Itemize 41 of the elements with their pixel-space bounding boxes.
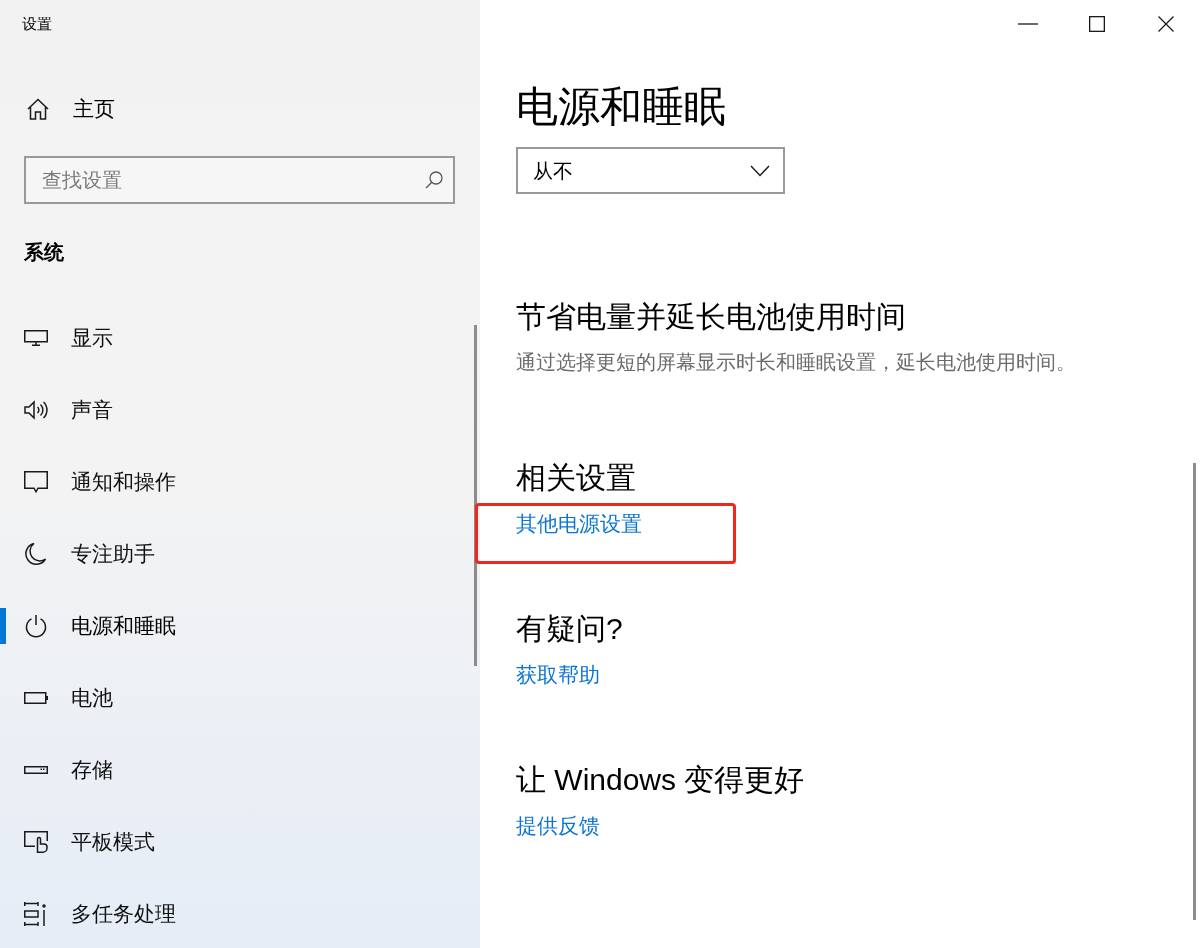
home-icon — [27, 98, 49, 120]
sidebar-item[interactable]: 通知和操作 — [0, 458, 468, 506]
page-title: 电源和睡眠 — [516, 82, 726, 132]
sidebar-item[interactable]: 电源和睡眠 — [0, 602, 468, 650]
battery-icon — [24, 692, 48, 704]
selection-indicator — [0, 608, 6, 644]
sidebar-item[interactable]: 存储 — [0, 746, 468, 794]
chevron-down-icon — [750, 164, 770, 177]
speaker-icon — [24, 400, 48, 420]
sidebar-item[interactable]: 平板模式 — [0, 818, 468, 866]
sidebar-item[interactable]: 电池 — [0, 674, 468, 722]
minimize-icon — [1017, 23, 1038, 25]
section-heading: 有疑问? — [516, 611, 623, 647]
window-title: 设置 — [22, 14, 52, 34]
scrollbar-thumb[interactable] — [1193, 463, 1196, 920]
link[interactable]: 提供反馈 — [516, 812, 600, 840]
search-field[interactable]: 查找设置 — [24, 156, 455, 204]
power-icon — [24, 614, 48, 638]
section-heading: 节省电量并延长电池使用时间 — [516, 299, 906, 335]
maximize-icon — [1088, 16, 1105, 32]
dropdown[interactable]: 从不 — [516, 147, 785, 194]
tablet-touch-icon — [24, 831, 48, 853]
section-heading: 相关设置 — [516, 460, 636, 496]
section-label: 系统 — [24, 241, 64, 263]
section-heading: 让 Windows 变得更好 — [516, 762, 805, 798]
close-icon — [1157, 16, 1174, 32]
home-nav-item[interactable]: 主页 — [0, 85, 468, 133]
sidebar-item[interactable]: 声音 — [0, 386, 468, 434]
sidebar-item[interactable]: 专注助手 — [0, 530, 468, 578]
sidebar-item[interactable]: 多任务处理 — [0, 890, 468, 938]
sidebar-item[interactable]: 显示 — [0, 314, 468, 362]
scrollbar-thumb[interactable] — [474, 325, 477, 666]
link[interactable]: 获取帮助 — [516, 661, 600, 689]
link[interactable]: 其他电源设置 — [516, 510, 642, 538]
multitasking-icon — [24, 902, 48, 926]
speech-bubble-icon — [24, 471, 48, 493]
storage-drive-icon — [24, 766, 48, 774]
search-icon[interactable] — [425, 171, 443, 189]
section-description: 通过选择更短的屏幕显示时长和睡眠设置，延长电池使用时间。 — [516, 350, 1076, 375]
monitor-icon — [24, 330, 48, 346]
moon-icon — [25, 542, 47, 566]
